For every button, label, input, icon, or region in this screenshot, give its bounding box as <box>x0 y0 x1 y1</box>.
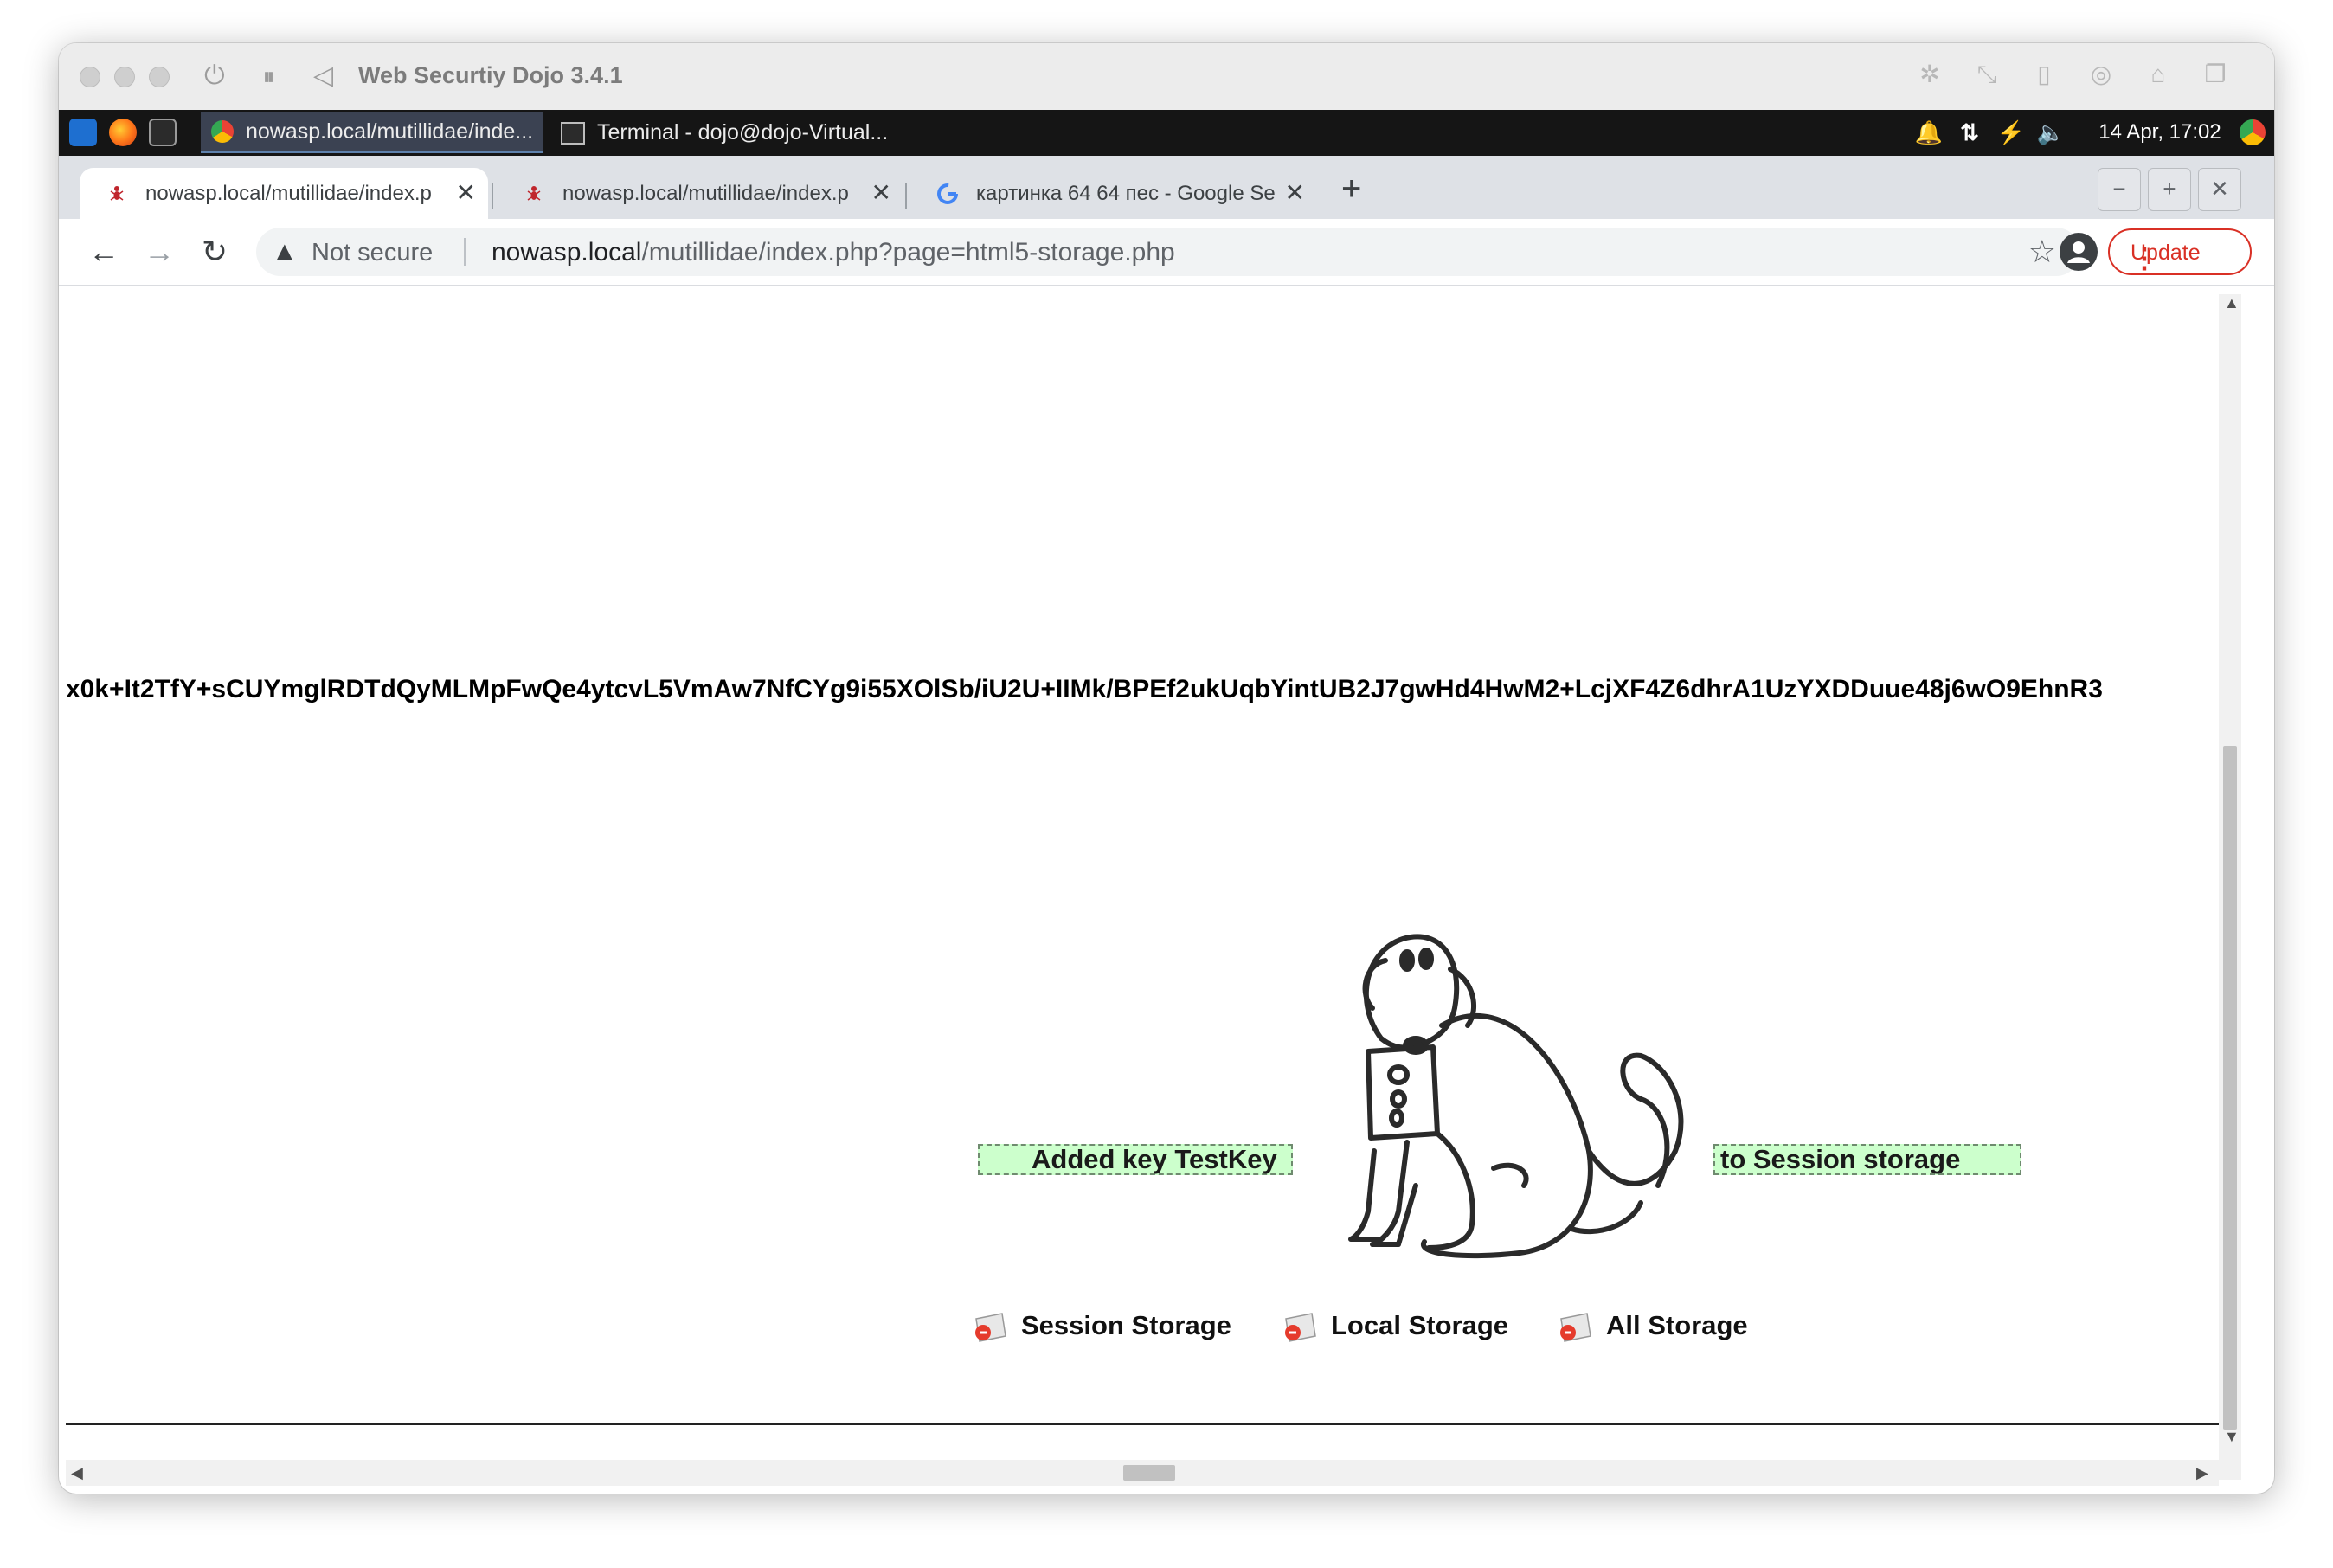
minimize-window-button[interactable] <box>114 67 135 87</box>
dog-holding-sign-image <box>1348 934 1684 1259</box>
usb-icon[interactable]: ▯ <box>2030 61 2058 88</box>
reload-icon[interactable]: ↻ <box>197 235 232 269</box>
close-tab-icon[interactable]: ✕ <box>1285 180 1305 206</box>
taskbar-item-label: nowasp.local/mutillidae/inde... <box>246 119 534 144</box>
desktop-panel: nowasp.local/mutillidae/inde... Terminal… <box>59 110 2274 156</box>
browser-toolbar: ← → ↻ ▲ Not secure nowasp.local/mutillid… <box>59 219 2274 286</box>
horizontal-scroll-thumb[interactable] <box>1123 1465 1175 1481</box>
vm-window: ⏻ ⏸ ◁ Web Securtiy Dojo 3.4.1 ✲ ⤡ ▯ ◎ ⌂ … <box>59 43 2274 1494</box>
resize-icon[interactable]: ⤡ <box>1973 61 2001 88</box>
message-left-text: Added key TestKey <box>1032 1144 1277 1174</box>
scroll-up-arrow-icon[interactable]: ▲ <box>2224 294 2240 312</box>
address-bar[interactable]: ▲ Not secure nowasp.local/mutillidae/ind… <box>256 228 2080 276</box>
clock[interactable]: 14 Apr, 17:02 <box>2082 117 2238 148</box>
tab-google-search[interactable]: картинка 64 64 пес - Google Se ✕ <box>910 168 1317 219</box>
mutillidae-ant-icon <box>110 185 124 201</box>
url-text[interactable]: nowasp.local/mutillidae/index.php?page=h… <box>492 238 1175 267</box>
shared-folder-icon[interactable]: ⌂ <box>2144 61 2172 88</box>
close-browser-button[interactable]: ✕ <box>2198 168 2241 211</box>
vm-titlebar: ⏻ ⏸ ◁ Web Securtiy Dojo 3.4.1 ✲ ⤡ ▯ ◎ ⌂ … <box>59 43 2274 111</box>
delete-storage-icon <box>1285 1313 1316 1342</box>
scroll-right-arrow-icon[interactable]: ▶ <box>2196 1464 2208 1481</box>
vertical-scroll-thumb[interactable] <box>2223 746 2237 1430</box>
taskbar-item-chrome[interactable]: nowasp.local/mutillidae/inde... <box>201 112 543 153</box>
vm-title: Web Securtiy Dojo 3.4.1 <box>358 62 623 88</box>
local-storage-label: Local Storage <box>1331 1310 1508 1340</box>
warning-icon[interactable]: ▲ <box>272 238 298 266</box>
zoom-window-button[interactable] <box>149 67 170 87</box>
chrome-tray-icon[interactable] <box>2240 119 2266 145</box>
taskbar-item-label: Terminal - dojo@dojo-Virtual... <box>597 120 889 145</box>
firefox-icon[interactable] <box>109 119 137 146</box>
close-window-button[interactable] <box>80 67 100 87</box>
profile-avatar-icon[interactable] <box>2060 233 2098 271</box>
tab-title: nowasp.local/mutillidae/index.p <box>145 181 432 205</box>
minimize-browser-button[interactable]: − <box>2098 168 2141 211</box>
back-icon[interactable]: ← <box>87 235 121 269</box>
power-icon[interactable]: ⏻ <box>204 61 225 92</box>
whisker-menu-icon[interactable] <box>69 119 97 146</box>
google-icon <box>937 183 958 204</box>
all-storage-label: All Storage <box>1606 1310 1748 1340</box>
scroll-left-arrow-icon[interactable]: ◀ <box>71 1464 83 1481</box>
tab-mutillidae-active[interactable]: nowasp.local/mutillidae/index.p ✕ <box>80 168 488 219</box>
local-storage-link[interactable]: Local Storage <box>1281 1307 1508 1345</box>
page-viewport: x0k+It2TfY+sCUYmglRDTdQyMLMpFwQe4ytcvL5V… <box>66 294 2241 1486</box>
delete-storage-icon <box>1560 1313 1591 1342</box>
back-triangle-icon[interactable]: ◁ <box>313 61 333 92</box>
volume-muted-icon[interactable]: 🔈 <box>2034 117 2068 148</box>
session-storage-link[interactable]: Session Storage <box>971 1307 1231 1345</box>
pause-icon[interactable]: ⏸ <box>263 61 274 92</box>
windows-icon[interactable]: ❐ <box>2201 61 2229 88</box>
tab-separator <box>905 183 907 209</box>
session-storage-label: Session Storage <box>1021 1310 1231 1340</box>
tab-mutillidae[interactable]: nowasp.local/mutillidae/index.p ✕ <box>497 168 903 219</box>
brightness-icon[interactable]: ✲ <box>1916 61 1944 88</box>
close-tab-icon[interactable]: ✕ <box>871 180 891 206</box>
terminal-launcher-icon[interactable] <box>149 119 177 146</box>
bell-icon[interactable]: 🔔 <box>1914 117 1944 148</box>
tab-title: nowasp.local/mutillidae/index.p <box>562 181 849 205</box>
vertical-scrollbar[interactable]: ▲ ▼ <box>2219 294 2241 1480</box>
forward-icon[interactable]: → <box>142 235 177 269</box>
mutillidae-ant-icon <box>527 185 541 201</box>
omnibox-separator <box>464 238 466 266</box>
url-path: /mutillidae/index.php?page=html5-storage… <box>641 238 1175 267</box>
session-token-text: x0k+It2TfY+sCUYmglRDTdQyMLMpFwQe4ytcvL5V… <box>66 675 2103 704</box>
bookmark-star-icon[interactable]: ☆ <box>2028 235 2056 269</box>
url-host: nowasp.local <box>492 238 642 267</box>
horizontal-rule <box>66 1423 2219 1425</box>
chrome-icon <box>211 120 234 143</box>
all-storage-link[interactable]: All Storage <box>1556 1307 1748 1345</box>
network-icon[interactable]: ⇅ <box>1952 117 1987 148</box>
tab-strip: nowasp.local/mutillidae/index.p ✕ nowasp… <box>59 156 2274 219</box>
maximize-browser-button[interactable]: + <box>2148 168 2191 211</box>
message-added-key: Added key TestKey <box>978 1144 1293 1175</box>
new-tab-icon[interactable]: + <box>1341 171 1361 206</box>
more-menu-icon[interactable]: ⋮ <box>2131 241 2236 275</box>
scroll-down-arrow-icon[interactable]: ▼ <box>2224 1428 2240 1445</box>
close-tab-icon[interactable]: ✕ <box>456 180 476 206</box>
taskbar-item-terminal[interactable]: Terminal - dojo@dojo-Virtual... <box>552 112 916 153</box>
tab-title: картинка 64 64 пес - Google Se <box>976 181 1276 205</box>
horizontal-scrollbar[interactable]: ◀ ▶ <box>66 1460 2219 1486</box>
security-label[interactable]: Not secure <box>312 239 433 267</box>
disc-icon[interactable]: ◎ <box>2087 61 2115 88</box>
delete-storage-icon <box>975 1313 1006 1342</box>
tab-separator <box>492 183 493 209</box>
update-button[interactable]: Update ⋮ <box>2108 228 2252 275</box>
terminal-icon <box>561 121 585 145</box>
power-manager-icon[interactable]: ⚡ <box>1994 117 2028 148</box>
